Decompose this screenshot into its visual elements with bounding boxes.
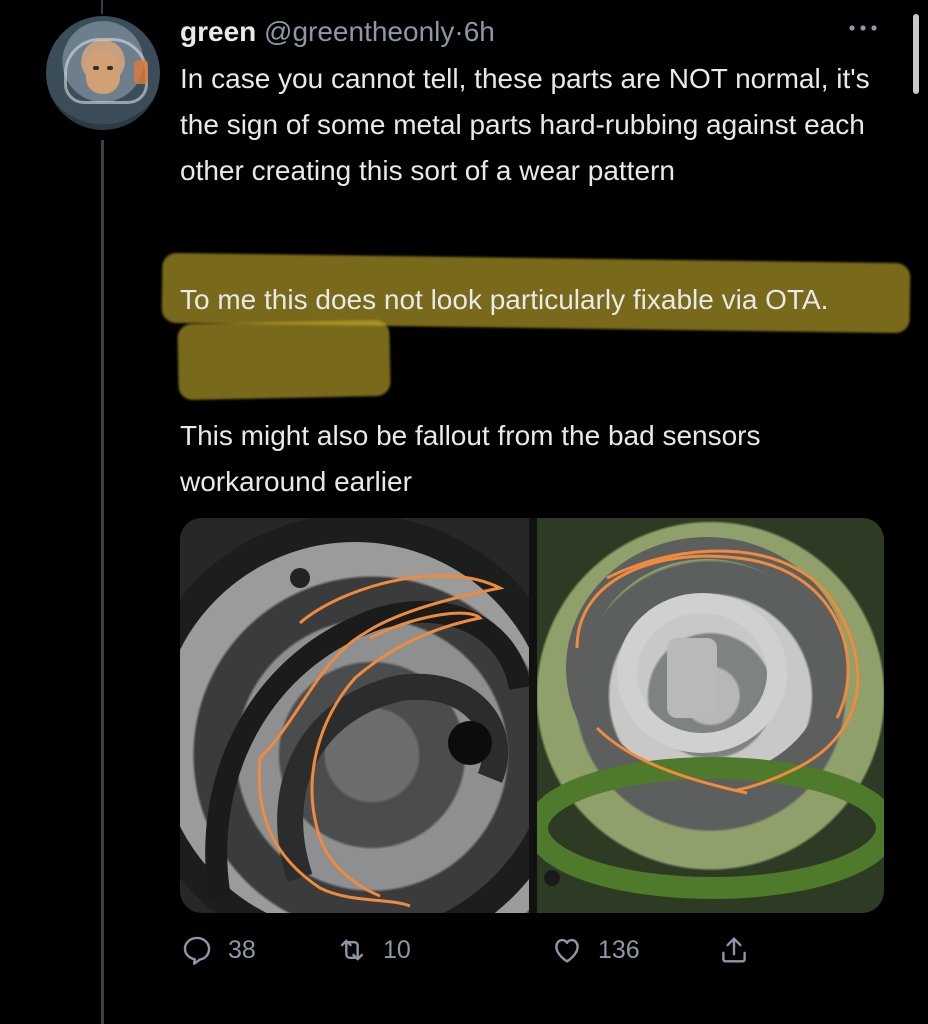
- tweet-actions: 38 10 136: [180, 926, 780, 974]
- reply-count: 38: [228, 935, 256, 964]
- highlight-mark: [177, 319, 391, 401]
- scrollbar[interactable]: [913, 14, 919, 94]
- retweet-button[interactable]: 10: [335, 926, 411, 974]
- tweet-paragraph-2: To me this does not look particularly fi…: [180, 284, 829, 315]
- thread-line: [101, 140, 104, 1024]
- heart-icon: [555, 938, 579, 963]
- retweet-count: 10: [383, 935, 411, 964]
- tweet-paragraph-3: This might also be fallout from the bad …: [180, 420, 761, 497]
- photo-scroll-compressor-left[interactable]: [180, 518, 529, 913]
- reply-button[interactable]: 38: [180, 926, 256, 974]
- tweet-paragraph-1: In case you cannot tell, these parts are…: [180, 63, 870, 186]
- user-handle[interactable]: @greentheonly: [264, 16, 454, 47]
- share-button[interactable]: [717, 926, 765, 974]
- reply-icon: [183, 936, 211, 965]
- tweet-header: green @greentheonly·6h: [180, 12, 495, 52]
- retweet-icon: [340, 939, 364, 961]
- thread-line-top: [101, 0, 103, 14]
- share-icon: [722, 937, 746, 963]
- more-horizontal-icon[interactable]: [846, 18, 880, 38]
- photo-scroll-compressor-right[interactable]: [537, 518, 884, 913]
- avatar[interactable]: [46, 16, 160, 130]
- like-count: 136: [598, 935, 640, 964]
- tweet-time[interactable]: 6h: [464, 16, 495, 47]
- media-grid: [180, 518, 884, 913]
- display-name[interactable]: green: [180, 16, 256, 47]
- like-button[interactable]: 136: [550, 926, 640, 974]
- separator-dot: ·: [454, 16, 464, 47]
